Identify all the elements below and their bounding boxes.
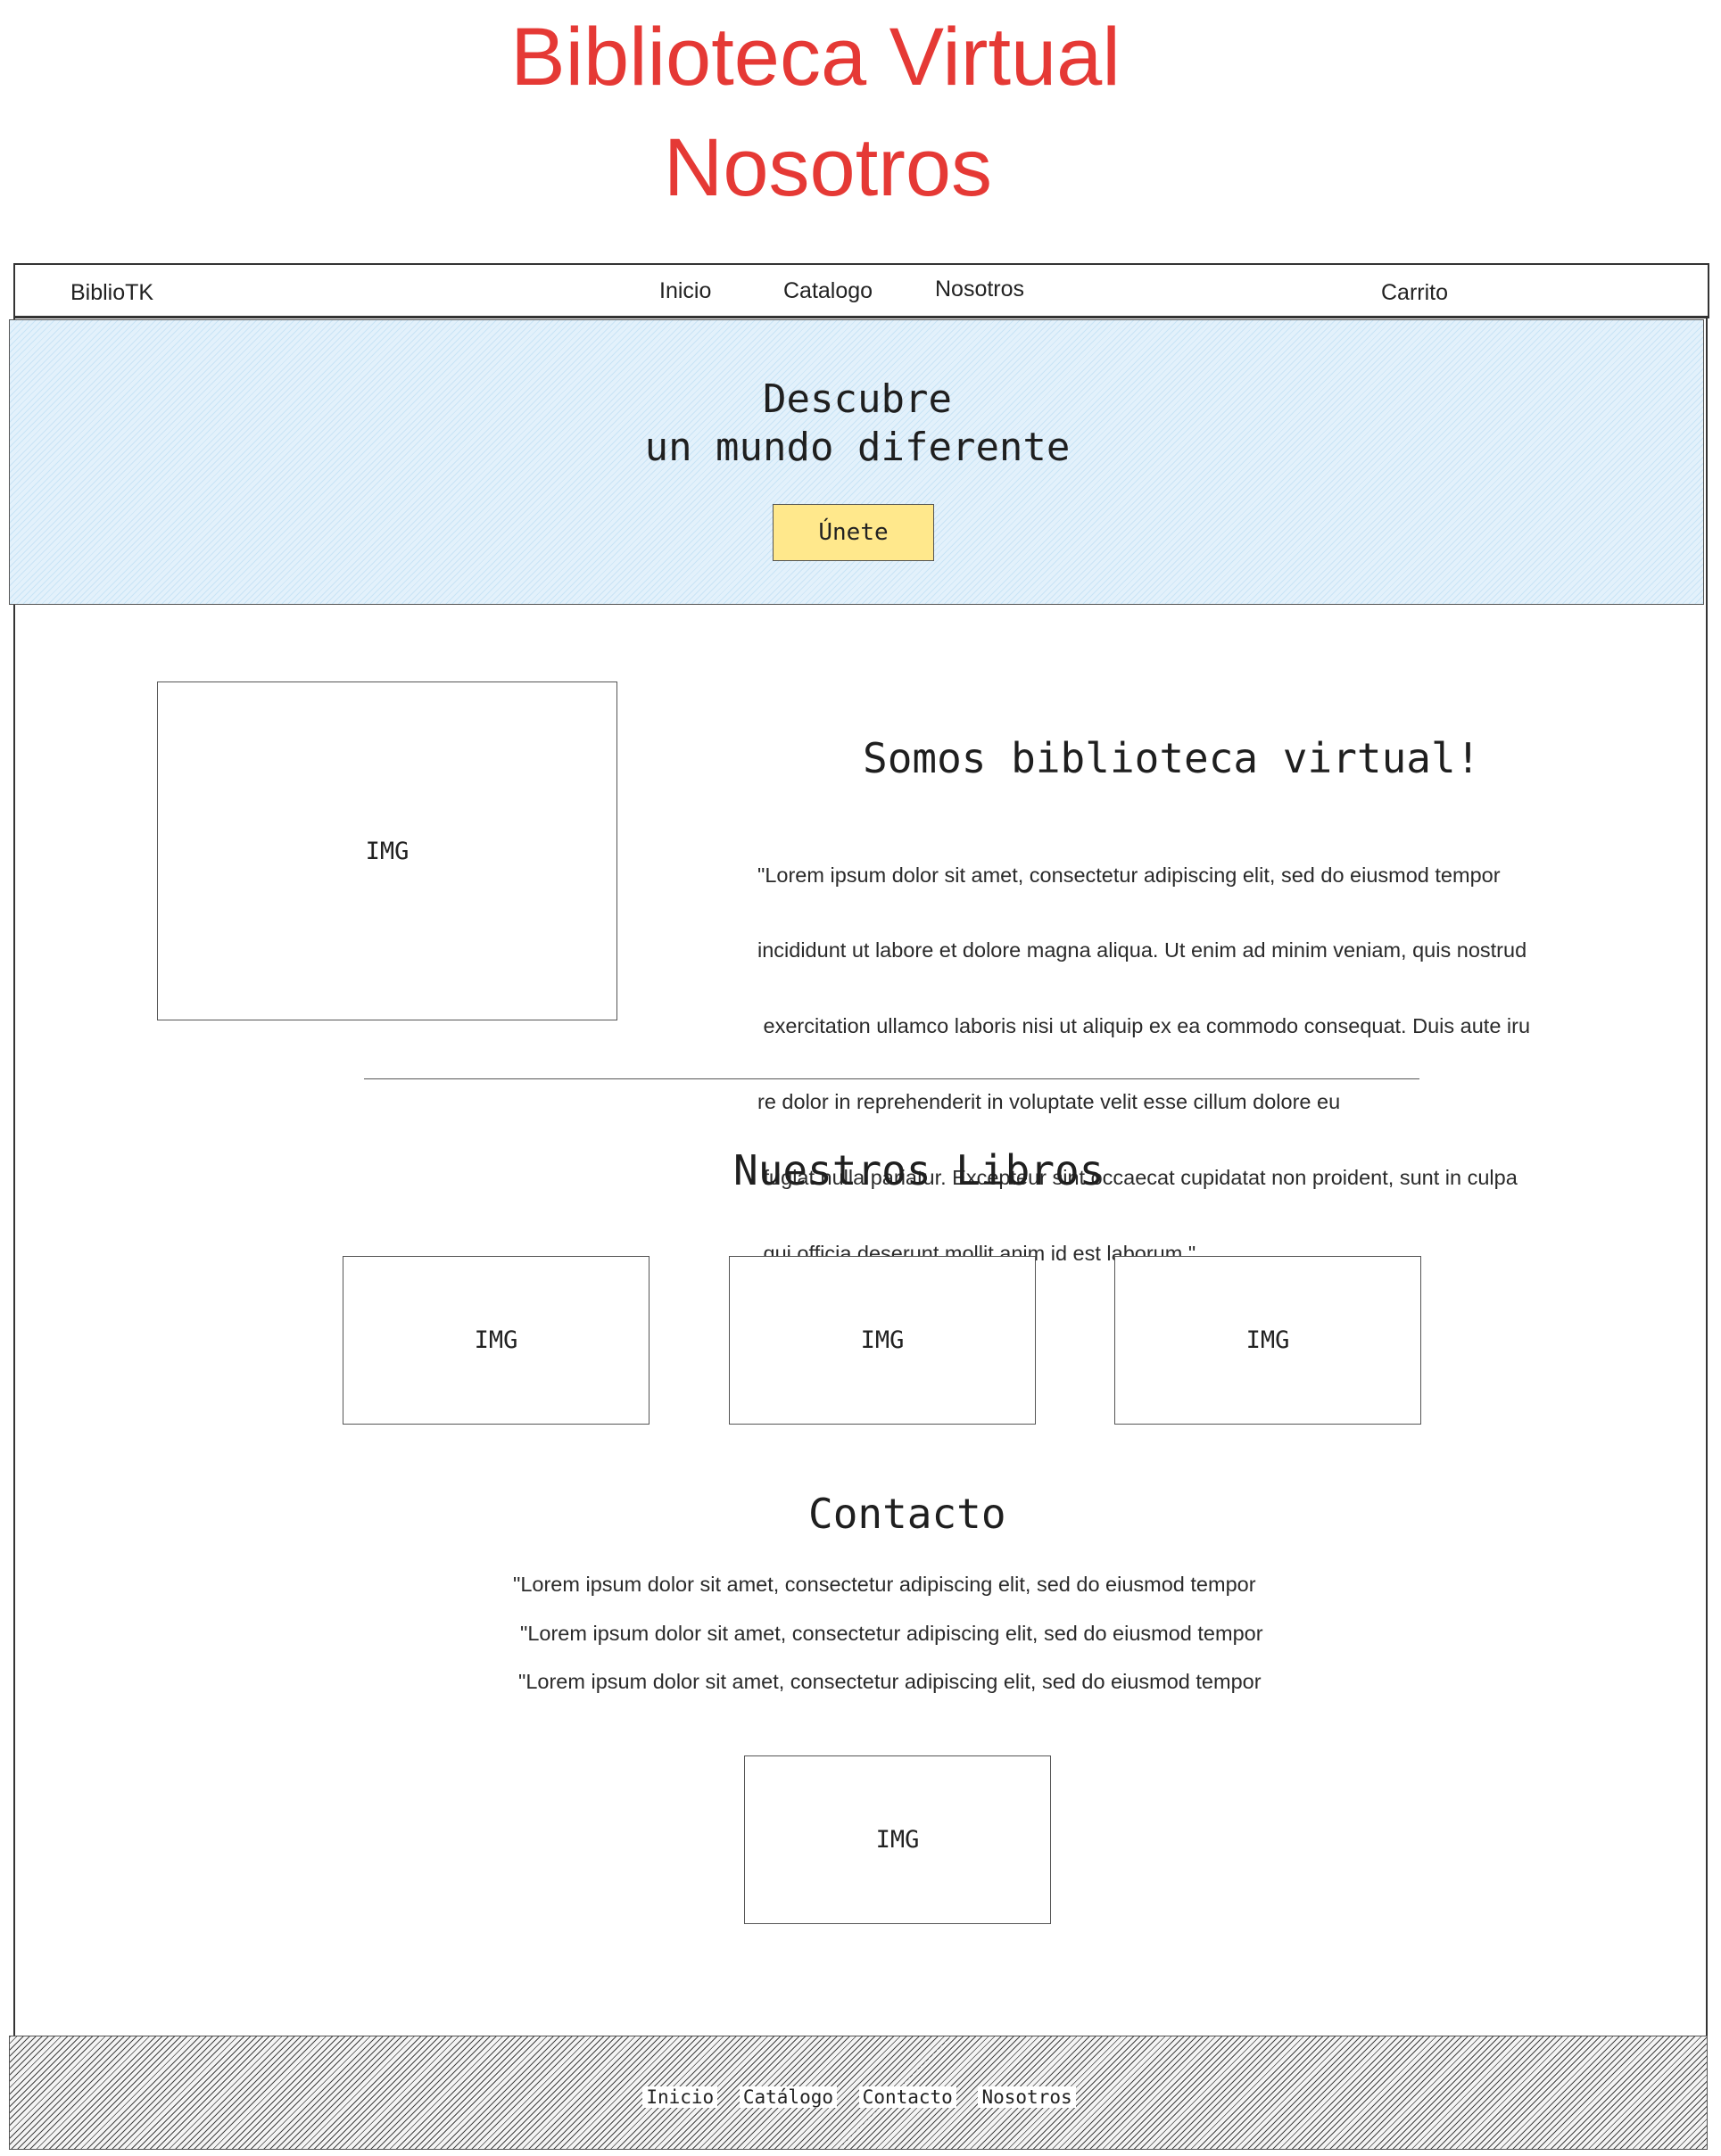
about-text-line: re dolor in reprehenderit in voluptate v… <box>757 1090 1341 1114</box>
footer-link-contacto[interactable]: Contacto <box>858 2086 956 2108</box>
book-image-placeholder[interactable]: IMG <box>729 1256 1036 1425</box>
hero-heading-line2: un mundo diferente <box>644 425 1071 470</box>
about-image-placeholder: IMG <box>157 681 617 1020</box>
brand-logo[interactable]: BiblioTK <box>70 280 153 306</box>
nav-link-carrito[interactable]: Carrito <box>1381 280 1448 306</box>
join-button[interactable]: Únete <box>773 504 934 561</box>
about-heading: Somos biblioteca virtual! <box>863 734 1481 782</box>
contact-line: "Lorem ipsum dolor sit amet, consectetur… <box>518 1670 1262 1693</box>
book-image-placeholder[interactable]: IMG <box>343 1256 650 1425</box>
section-divider <box>364 1078 1419 1079</box>
contact-image-placeholder: IMG <box>744 1755 1051 1924</box>
navbar: BiblioTK Inicio Catalogo Nosotros Carrit… <box>13 263 1709 318</box>
footer-links: Inicio Catálogo Contacto Nosotros <box>10 2086 1709 2108</box>
footer-link-catalogo[interactable]: Catálogo <box>739 2086 838 2108</box>
book-image-placeholder[interactable]: IMG <box>1114 1256 1421 1425</box>
nav-link-catalogo[interactable]: Catalogo <box>783 278 873 304</box>
page-title: Biblioteca Virtual <box>510 12 1121 103</box>
contact-line: "Lorem ipsum dolor sit amet, consectetur… <box>520 1622 1263 1645</box>
nav-link-inicio[interactable]: Inicio <box>659 278 711 304</box>
about-text-line: incididunt ut labore et dolore magna ali… <box>757 938 1527 962</box>
books-heading: Nuestros Libros <box>733 1146 1105 1194</box>
contact-heading: Contacto <box>808 1490 1006 1538</box>
contact-line: "Lorem ipsum dolor sit amet, consectetur… <box>513 1573 1256 1596</box>
about-text: "Lorem ipsum dolor sit amet, consectetur… <box>757 812 1578 1292</box>
about-text-line: "Lorem ipsum dolor sit amet, consectetur… <box>757 863 1501 887</box>
footer-link-inicio[interactable]: Inicio <box>642 2086 718 2108</box>
hero-heading: Descubre un mundo diferente <box>10 376 1705 472</box>
nav-link-nosotros[interactable]: Nosotros <box>935 277 1024 302</box>
hero-heading-line1: Descubre <box>763 376 952 422</box>
footer-link-nosotros[interactable]: Nosotros <box>978 2086 1076 2108</box>
about-text-line: exercitation ullamco laboris nisi ut ali… <box>757 1014 1531 1038</box>
hero-banner: Descubre un mundo diferente Únete <box>9 319 1704 605</box>
page-subtitle: Nosotros <box>663 122 993 213</box>
footer: Inicio Catálogo Contacto Nosotros <box>9 2036 1708 2150</box>
